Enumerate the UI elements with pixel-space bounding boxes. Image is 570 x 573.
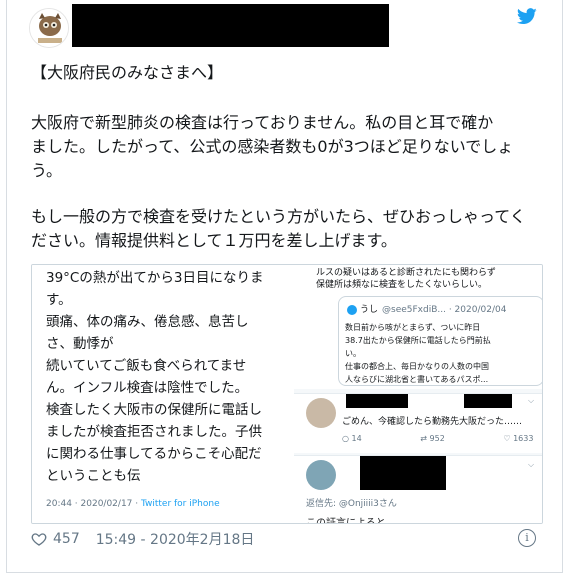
quoted-line: 数日前から咳がとまらず、ついに昨日 <box>345 323 481 332</box>
tweet-footer: 457 15:49 - 2020年2月18日 <box>31 529 254 549</box>
reply-to-label: 返信先: @Onjiiii3さん <box>306 499 397 509</box>
author-avatar[interactable] <box>29 8 69 48</box>
like-count: ♡ 1633 <box>503 434 534 443</box>
reply-count: ○ 14 <box>342 434 362 443</box>
like-count[interactable]: 457 <box>53 531 80 547</box>
redacted-reply-name <box>360 456 446 490</box>
reply-count-value: 14 <box>351 434 362 443</box>
reply-text: ごめん、今確認したら勤務先大阪だった…… <box>342 417 523 427</box>
redacted-reply-handle <box>464 394 512 408</box>
retweet-count: ⇄ 952 <box>420 434 445 443</box>
quoted-name: うし <box>360 305 379 315</box>
quoted-handle: @see5FxdiB... · 2020/02/04 <box>382 305 507 315</box>
screenshot-line: さ、動悸が <box>46 336 114 352</box>
chevron-down-icon: ⌵ <box>528 396 535 405</box>
tweet-media[interactable]: 39°Cの熱が出てから3日目になりま す。 頭痛、体の痛み、倦怠感、息苦し さ、… <box>31 264 543 524</box>
screenshot-reply: ⌵ ごめん、今確認したら勤務先大阪だった…… ○ 14 ⇄ 952 ♡ 1633… <box>294 393 542 453</box>
screenshot-line: ということも伝 <box>46 468 141 484</box>
media-image-right[interactable]: ルスの疑いはあると診断されたにも関わらず 保健所は頻なに検査をしたくないらしい。… <box>294 265 542 524</box>
screenshot-timestamp: 20:44 · 2020/02/17 · Twitter for iPhone <box>46 499 220 509</box>
twitter-bird-icon[interactable] <box>517 8 537 25</box>
heart-icon[interactable] <box>31 531 47 547</box>
tweet-text-line: う。 <box>31 161 63 180</box>
quoted-tweet: うし @see5FxdiB... · 2020/02/04 数日前から咳がとまらず… <box>338 296 542 386</box>
screenshot-line: 39°Cの熱が出てから3日目になりま <box>46 270 264 286</box>
media-image-left[interactable]: 39°Cの熱が出てから3日目になりま す。 頭痛、体の痛み、倦怠感、息苦し さ、… <box>32 265 291 523</box>
tweet-text-line: ださい。情報提供料として１万円を差し上げます。 <box>31 231 397 250</box>
screenshot-line: 保健所は頻なに検査をしたくないらしい。 <box>316 280 488 290</box>
screenshot-line: 頭痛、体の痛み、倦怠感、息苦し <box>46 314 249 330</box>
reply-avatar <box>306 398 336 428</box>
screenshot-tweet-text: ルスの疑いはあると診断されたにも関わらず 保健所は頻なに検査をしたくないらしい。 <box>316 267 496 291</box>
tweet-text-line: 【大阪府民のみなさまへ】 <box>31 63 224 82</box>
quoted-line: 38.7出たから保健所に電話したら門前払 <box>345 336 491 345</box>
screenshot-source: Twitter for iPhone <box>140 499 220 509</box>
chevron-down-icon: ⌵ <box>528 460 535 469</box>
reply-text: この証言によると <box>306 518 386 524</box>
quoted-line: い。 <box>345 349 361 358</box>
quoted-tweet-header: うし @see5FxdiB... · 2020/02/04 <box>347 302 506 315</box>
tweet-text-line: ました。したがって、公式の感染者数も0が3つほど足りないでしょ <box>31 137 514 156</box>
quoted-screenshot-text: 39°Cの熱が出てから3日目になりま す。 頭痛、体の痛み、倦怠感、息苦し さ、… <box>46 267 263 487</box>
quoted-line: 人ならびに湖北省と書いてあるパスポ... <box>345 375 489 384</box>
screenshot-reply: ⌵ 返信先: @Onjiiii3さん この証言によると <box>294 455 542 524</box>
screenshot-line: 検査したく大阪市の保健所に電話し <box>46 402 262 418</box>
redacted-author-name <box>72 4 389 47</box>
reply-actions: ○ 14 ⇄ 952 ♡ 1633 ⇧ <box>342 434 542 443</box>
tweet-text-line: 大阪府で新型肺炎の検査は行っておりません。私の目と耳で確か <box>31 113 494 132</box>
quoted-tweet-body: 数日前から咳がとまらず、ついに昨日 38.7出たから保健所に電話したら門前払 い… <box>345 321 491 386</box>
screenshot-time: 20:44 · 2020/02/17 · <box>46 499 141 509</box>
screenshot-line: ましたが検査拒否されました。子供 <box>46 424 262 440</box>
info-icon[interactable]: i <box>518 529 536 547</box>
tweet-text-line: もし一般の方で検査を受けたという方がいたら、ぜひおっしゃってく <box>31 207 526 226</box>
screenshot-line: ルスの疑いはあると診断されたにも関わらず <box>316 268 496 278</box>
retweet-count-value: 952 <box>429 434 445 443</box>
screenshot-tweet: ルスの疑いはあると診断されたにも関わらず 保健所は頻なに検査をしたくないらしい。… <box>294 265 542 389</box>
like-count-value: 1633 <box>513 434 534 443</box>
redacted-reply-name <box>346 394 408 408</box>
screenshot-line: す。 <box>46 292 72 308</box>
quoted-avatar-icon <box>347 304 357 315</box>
tweet-timestamp[interactable]: 15:49 - 2020年2月18日 <box>96 529 255 549</box>
screenshot-line: ん。インフル検査は陰性でした。 <box>46 380 249 396</box>
quoted-line: 仕事の都合上、毎日かなりの人数の中国 <box>345 362 489 371</box>
tweet-card: 【大阪府民のみなさまへ】 大阪府で新型肺炎の検査は行っておりません。私の目と耳で… <box>6 0 563 573</box>
reply-avatar <box>306 460 336 490</box>
screenshot-line: に関わる仕事してるからこそ心配だ <box>46 446 262 462</box>
screenshot-line: 続いていてご飯も食べられてませ <box>46 358 247 374</box>
